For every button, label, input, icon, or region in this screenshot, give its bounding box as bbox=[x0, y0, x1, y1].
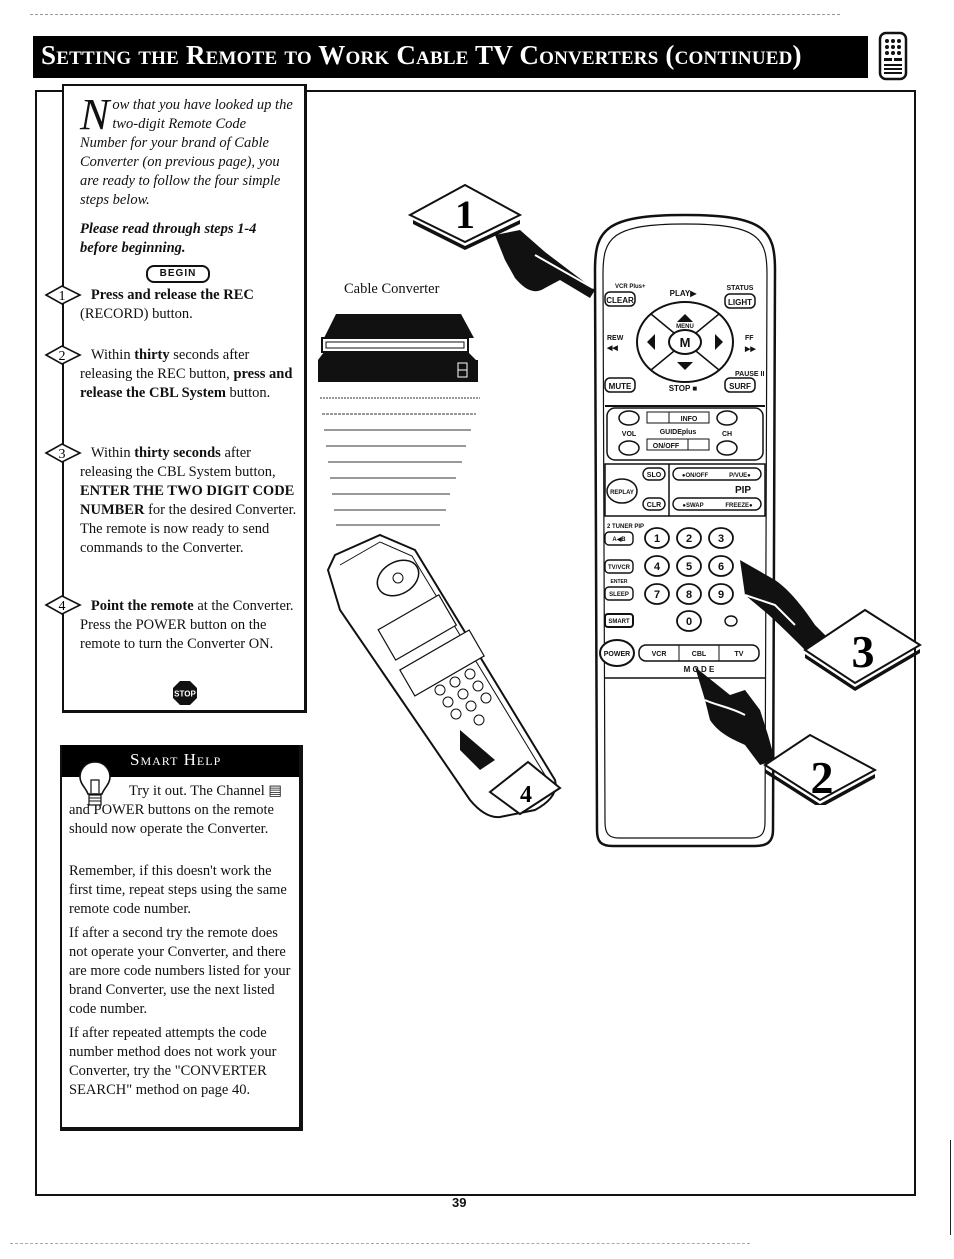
svg-text:FF: FF bbox=[745, 335, 754, 342]
svg-text:4: 4 bbox=[520, 782, 532, 808]
step-2-post: button. bbox=[225, 385, 271, 401]
svg-text:CLR: CLR bbox=[647, 502, 661, 509]
step-1-rest: (RECORD) button. bbox=[80, 306, 193, 322]
step-connector-line bbox=[62, 366, 64, 446]
step-2-pointing-hand-callout: 2 bbox=[695, 667, 878, 805]
svg-text:P/VUE●: P/VUE● bbox=[729, 473, 751, 479]
svg-text:PLAY▶: PLAY▶ bbox=[670, 289, 698, 298]
intro-body: ow that you have looked up the two-digit… bbox=[80, 97, 293, 208]
svg-text:1: 1 bbox=[59, 289, 66, 304]
steps-panel-top-edge bbox=[62, 84, 305, 86]
keypad-digit-label: 3 bbox=[718, 533, 724, 545]
svg-text:CBL: CBL bbox=[692, 651, 707, 658]
step-connector-line bbox=[62, 300, 64, 350]
svg-text:STOP ■: STOP ■ bbox=[669, 384, 698, 393]
keypad-digit-label: 6 bbox=[718, 561, 724, 573]
step-1-bold: Press and release the REC bbox=[90, 287, 254, 303]
step-4-bold: Point the remote bbox=[90, 598, 194, 614]
smart-help-title: Smart Help bbox=[130, 750, 222, 769]
keypad-digit-label: 9 bbox=[718, 589, 724, 601]
svg-text:●ON/OFF: ●ON/OFF bbox=[682, 473, 709, 479]
step-3-pre: Within bbox=[90, 445, 135, 461]
svg-text:1: 1 bbox=[455, 192, 475, 237]
keypad-digit-label: 4 bbox=[654, 561, 661, 573]
keypad-digit-label: 7 bbox=[654, 589, 660, 601]
svg-text:▶▶: ▶▶ bbox=[744, 346, 756, 353]
step-connector-line bbox=[62, 462, 64, 597]
intro-dropcap: N bbox=[80, 90, 110, 139]
keypad-digit-label: 0 bbox=[686, 616, 692, 628]
top-scan-rule bbox=[30, 14, 840, 16]
remote-control-icon bbox=[878, 31, 908, 81]
step-4-text: Point the remote at the Converter. Press… bbox=[80, 597, 298, 654]
smart-help-paragraph-2: Remember, if this doesn't work the first… bbox=[69, 863, 287, 917]
step-3-bold1: thirty seconds bbox=[134, 445, 221, 461]
svg-text:SLO: SLO bbox=[647, 472, 662, 479]
svg-text:SURF: SURF bbox=[729, 382, 751, 391]
cable-converter-illustration bbox=[318, 314, 480, 526]
svg-text:PAUSE II: PAUSE II bbox=[735, 371, 764, 378]
smart-help-paragraph-4: If after repeated attempts the code numb… bbox=[69, 1025, 277, 1098]
svg-text:●SWAP: ●SWAP bbox=[682, 503, 703, 509]
svg-text:◀◀: ◀◀ bbox=[606, 345, 618, 352]
step-2-bold1: thirty bbox=[134, 347, 170, 363]
svg-text:MUTE: MUTE bbox=[609, 382, 632, 391]
svg-text:INFO: INFO bbox=[681, 416, 698, 423]
svg-text:POWER: POWER bbox=[604, 651, 630, 658]
svg-text:ON/OFF: ON/OFF bbox=[653, 443, 680, 450]
smart-help-paragraph-3: If after a second try the remote does no… bbox=[69, 925, 291, 1017]
step-connector-line bbox=[62, 612, 64, 707]
page-title: Setting the Remote to Work Cable TV Conv… bbox=[41, 40, 802, 70]
step-2-diamond-icon: 2 bbox=[44, 345, 82, 365]
step-4-diamond-icon: 4 bbox=[44, 595, 82, 615]
svg-text:VOL: VOL bbox=[622, 431, 637, 438]
svg-text:GUIDEplus: GUIDEplus bbox=[660, 429, 697, 436]
page-number: 39 bbox=[452, 1195, 467, 1210]
page-edge-line bbox=[950, 1140, 951, 1235]
svg-text:A◀B: A◀B bbox=[612, 536, 626, 543]
step-1-text: Press and release the REC (RECORD) butto… bbox=[80, 286, 298, 324]
stop-sign-icon: STOP bbox=[173, 681, 197, 705]
intro-note: Please read through steps 1-4 before beg… bbox=[80, 221, 257, 256]
bottom-scan-rule bbox=[10, 1243, 750, 1244]
step-2-pre: Within bbox=[90, 347, 135, 363]
svg-text:REPLAY: REPLAY bbox=[610, 490, 634, 496]
svg-text:3: 3 bbox=[59, 447, 66, 462]
step-3-text: Within thirty seconds after releasing th… bbox=[80, 444, 298, 558]
svg-text:LIGHT: LIGHT bbox=[728, 298, 752, 307]
svg-text:ENTER: ENTER bbox=[611, 579, 628, 585]
step-2-text: Within thirty seconds after releasing th… bbox=[80, 346, 298, 403]
step-1-diamond-icon: 1 bbox=[44, 285, 82, 305]
svg-text:4: 4 bbox=[59, 599, 66, 614]
svg-text:2: 2 bbox=[59, 349, 66, 364]
begin-badge: BEGIN bbox=[146, 265, 210, 283]
svg-text:SMART: SMART bbox=[608, 619, 630, 625]
svg-text:FREEZE●: FREEZE● bbox=[725, 503, 753, 509]
svg-text:SLEEP: SLEEP bbox=[609, 592, 629, 598]
step-3-diamond-icon: 3 bbox=[44, 443, 82, 463]
svg-text:MENU: MENU bbox=[676, 324, 694, 330]
keypad-digit-label: 8 bbox=[686, 589, 692, 601]
svg-text:2 TUNER PIP: 2 TUNER PIP bbox=[607, 524, 644, 530]
svg-text:TV/VCR: TV/VCR bbox=[608, 565, 631, 571]
svg-text:CH: CH bbox=[722, 431, 732, 438]
svg-text:PIP: PIP bbox=[735, 485, 751, 496]
keypad-digit-label: 1 bbox=[654, 533, 660, 545]
svg-text:VCR: VCR bbox=[652, 651, 667, 658]
intro-paragraph: Now that you have looked up the two-digi… bbox=[80, 90, 295, 210]
svg-text:VCR Plus+: VCR Plus+ bbox=[615, 284, 646, 290]
smart-help-paragraph-1: Try it out. The Channel ▤ and POWER butt… bbox=[69, 783, 283, 837]
svg-text:REW: REW bbox=[607, 335, 624, 342]
angled-remote-step-4-illustration: 4 bbox=[326, 533, 562, 819]
svg-text:2: 2 bbox=[811, 752, 834, 803]
svg-text:CLEAR: CLEAR bbox=[606, 296, 634, 305]
keypad-digit-label: 5 bbox=[686, 561, 692, 573]
svg-text:M: M bbox=[680, 335, 691, 350]
content-frame-left-edge bbox=[35, 90, 37, 1194]
page-header-banner: Setting the Remote to Work Cable TV Conv… bbox=[33, 36, 868, 78]
svg-text:STOP: STOP bbox=[174, 690, 196, 699]
step-1-pointing-hand-callout: 1 bbox=[407, 183, 595, 298]
keypad-digit-label: 2 bbox=[686, 533, 692, 545]
svg-text:STATUS: STATUS bbox=[727, 285, 754, 292]
